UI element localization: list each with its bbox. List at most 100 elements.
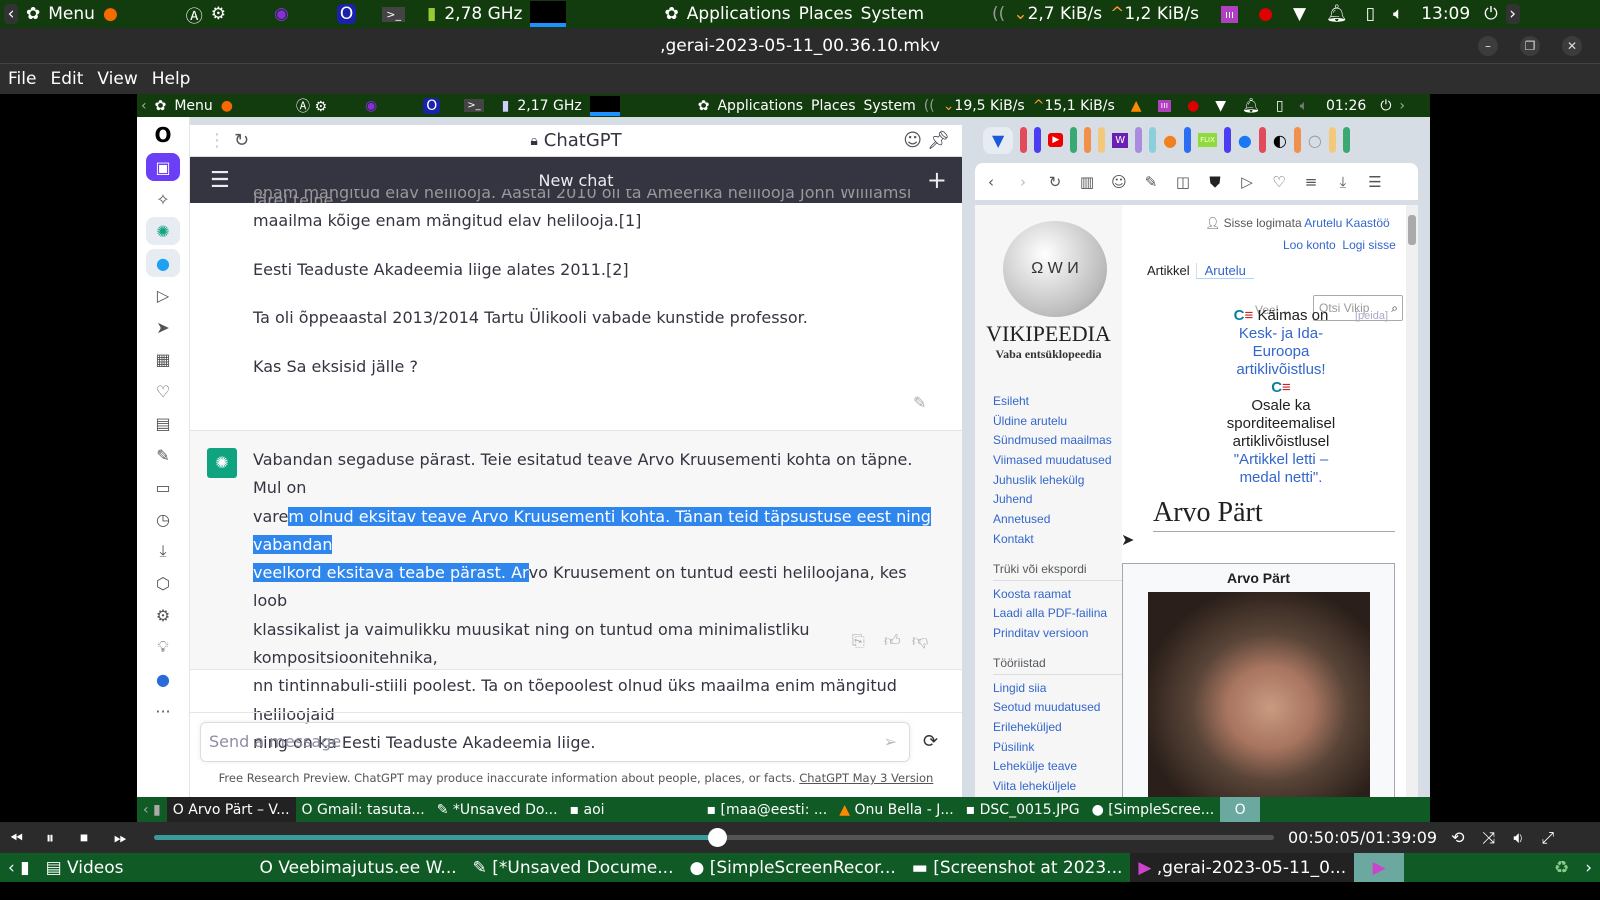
tor-icon[interactable]: ◉ bbox=[274, 4, 289, 24]
news-icon[interactable]: ▤ bbox=[146, 409, 180, 437]
workspaces-icon[interactable]: ▣ bbox=[146, 153, 180, 181]
back-icon[interactable]: ‹ bbox=[975, 173, 1007, 191]
fullscreen-icon[interactable]: ⤢ bbox=[1541, 828, 1554, 848]
estonia-tab-icon[interactable]: ◐ bbox=[1273, 131, 1287, 150]
close-button[interactable]: ✕ bbox=[1562, 36, 1582, 56]
tab[interactable] bbox=[1328, 127, 1336, 153]
flixbus-tab-icon[interactable]: FLIX bbox=[1198, 133, 1217, 147]
tool-link[interactable]: Püsilink bbox=[993, 740, 1122, 760]
edit-icon[interactable]: ✎ bbox=[146, 441, 180, 469]
notification-icon[interactable]: 🔔︎ bbox=[1326, 4, 1348, 24]
emoji-icon[interactable]: ☺ bbox=[1103, 173, 1135, 191]
task-opera[interactable]: O Veebimajutus.ee W... bbox=[252, 853, 465, 882]
tab-article[interactable]: Artikkel bbox=[1141, 263, 1196, 279]
volume-icon[interactable]: 🔈︎ bbox=[1393, 4, 1403, 24]
heart-icon[interactable]: ♡ bbox=[146, 377, 180, 405]
taskbar-right-arrow[interactable]: › bbox=[1577, 853, 1600, 882]
downloads-icon[interactable]: ⤓ bbox=[146, 537, 180, 565]
heart-icon[interactable]: ♡ bbox=[1263, 173, 1295, 191]
menu-help[interactable]: Help bbox=[152, 69, 191, 89]
show-desktop-button[interactable]: ‹ ▮ bbox=[0, 853, 38, 882]
w-tab-icon[interactable]: W bbox=[1112, 132, 1129, 148]
terminal-icon[interactable]: >_ bbox=[382, 6, 405, 22]
messenger-icon[interactable]: ● bbox=[146, 665, 180, 693]
menu-button[interactable]: Menu bbox=[48, 4, 95, 24]
shield-icon[interactable]: ⛊ bbox=[1199, 173, 1231, 191]
talk-link[interactable]: Arutelu bbox=[1304, 216, 1342, 230]
trash-icon[interactable]: ♻ bbox=[1546, 853, 1577, 882]
hamburger-menu-icon[interactable]: ☰ bbox=[210, 168, 230, 193]
easy-setup-icon[interactable]: ☰ bbox=[1359, 173, 1391, 191]
tab[interactable] bbox=[1098, 127, 1106, 153]
send-icon[interactable]: ▷ bbox=[1231, 173, 1263, 191]
tab[interactable] bbox=[1223, 127, 1231, 153]
speed-dial-icon[interactable]: ▦ bbox=[146, 345, 180, 373]
menu-view[interactable]: View bbox=[97, 69, 137, 89]
send-icon[interactable]: ➢ bbox=[884, 732, 897, 751]
nav-link[interactable]: Sündmused maailmas bbox=[993, 433, 1122, 453]
aria-icon[interactable]: ✧ bbox=[146, 185, 180, 213]
audio-recorder-icon[interactable]: ııı bbox=[1220, 5, 1239, 23]
tool-link[interactable]: Lehekülje teave bbox=[993, 759, 1122, 779]
tab[interactable] bbox=[1084, 127, 1092, 153]
tool-link[interactable]: Lingid siia bbox=[993, 681, 1122, 701]
wiki-scrollbar[interactable] bbox=[1406, 205, 1418, 797]
tab[interactable] bbox=[1070, 127, 1078, 153]
firefox-icon[interactable]: ● bbox=[103, 4, 118, 24]
clock[interactable]: 13:09 bbox=[1421, 4, 1470, 24]
print-link[interactable]: Laadi alla PDF-failina bbox=[993, 606, 1122, 626]
tool-link[interactable]: Erileheküljed bbox=[993, 720, 1122, 740]
message-input[interactable]: Send a message. ➢ bbox=[200, 722, 910, 762]
battery-icon[interactable]: ▯ bbox=[1366, 4, 1375, 24]
stop-icon[interactable]: ⏹︎ bbox=[80, 828, 106, 848]
tab[interactable] bbox=[1342, 127, 1350, 153]
record-icon[interactable]: ● bbox=[1258, 4, 1273, 24]
facebook-tab-icon[interactable]: ● bbox=[1238, 131, 1252, 150]
settings-icon[interactable]: ⚙ bbox=[146, 601, 180, 629]
task-videos[interactable]: ▤ Videos bbox=[38, 853, 132, 882]
reload-icon[interactable]: ↻ bbox=[1039, 173, 1071, 191]
edit-message-icon[interactable]: ✎ bbox=[913, 393, 926, 412]
battery-saver-icon[interactable]: ≡ bbox=[1295, 173, 1327, 191]
fast-forward-icon[interactable]: ⏩︎ bbox=[114, 828, 140, 848]
menu-file[interactable]: File bbox=[8, 69, 36, 89]
tab-talk[interactable]: Arutelu bbox=[1195, 263, 1254, 279]
tab[interactable] bbox=[1135, 127, 1143, 153]
task-video-player[interactable]: ▶ ,gerai-2023-05-11_0... bbox=[1130, 853, 1355, 882]
shuffle-icon[interactable]: ⤨ bbox=[1483, 828, 1496, 848]
forward-icon[interactable]: › bbox=[1007, 173, 1039, 191]
tab[interactable] bbox=[1258, 127, 1266, 153]
more-icon[interactable]: ··· bbox=[146, 697, 180, 725]
history-icon[interactable]: ◷ bbox=[146, 505, 180, 533]
metamask-tab-icon[interactable]: ● bbox=[1163, 131, 1177, 150]
menu-edit[interactable]: Edit bbox=[50, 69, 83, 89]
tab[interactable] bbox=[1020, 127, 1028, 153]
tips-icon[interactable]: 💡︎ bbox=[146, 633, 180, 661]
power-icon[interactable]: ⏻ bbox=[1484, 4, 1497, 24]
youtube-tab-icon[interactable]: ▶ bbox=[1048, 133, 1064, 147]
scrollbar-thumb[interactable] bbox=[1408, 215, 1416, 245]
nav-link[interactable]: Juhuslik lehekülg bbox=[993, 473, 1122, 493]
nav-link[interactable]: Juhend bbox=[993, 492, 1122, 512]
network-icon[interactable]: ▼ bbox=[1293, 4, 1306, 24]
login-link[interactable]: Logi sisse bbox=[1342, 238, 1395, 252]
copy-icon[interactable]: ⎘ bbox=[852, 631, 865, 651]
tool-link[interactable]: Seotud muudatused bbox=[993, 700, 1122, 720]
wikipedia-globe-logo[interactable]: Ω W И bbox=[1003, 221, 1107, 317]
panel-left-arrow[interactable]: ‹ bbox=[4, 4, 18, 24]
create-account-link[interactable]: Loo konto bbox=[1283, 238, 1336, 252]
twitter-icon[interactable]: ● bbox=[146, 249, 180, 277]
thumbs-down-icon[interactable]: 👎︎ bbox=[912, 631, 928, 651]
search-tool-icon[interactable]: Ⓐ bbox=[186, 2, 203, 27]
contributions-link[interactable]: Kaastöö bbox=[1346, 216, 1390, 230]
system-menu[interactable]: System bbox=[861, 4, 924, 24]
tab[interactable] bbox=[1184, 127, 1192, 153]
portrait-photo[interactable] bbox=[1147, 592, 1370, 797]
pause-icon[interactable]: ⏸︎ bbox=[46, 828, 72, 848]
panel-right-arrow[interactable]: › bbox=[1505, 4, 1520, 24]
rewind-icon[interactable]: ⏪︎ bbox=[10, 828, 36, 848]
version-link[interactable]: ChatGPT May 3 Version bbox=[799, 771, 933, 785]
search-tab-icon[interactable]: ○ bbox=[1308, 131, 1322, 150]
task-screenshot[interactable]: ▬ [Screenshot at 2023... bbox=[904, 853, 1131, 882]
tab[interactable] bbox=[1034, 127, 1042, 153]
